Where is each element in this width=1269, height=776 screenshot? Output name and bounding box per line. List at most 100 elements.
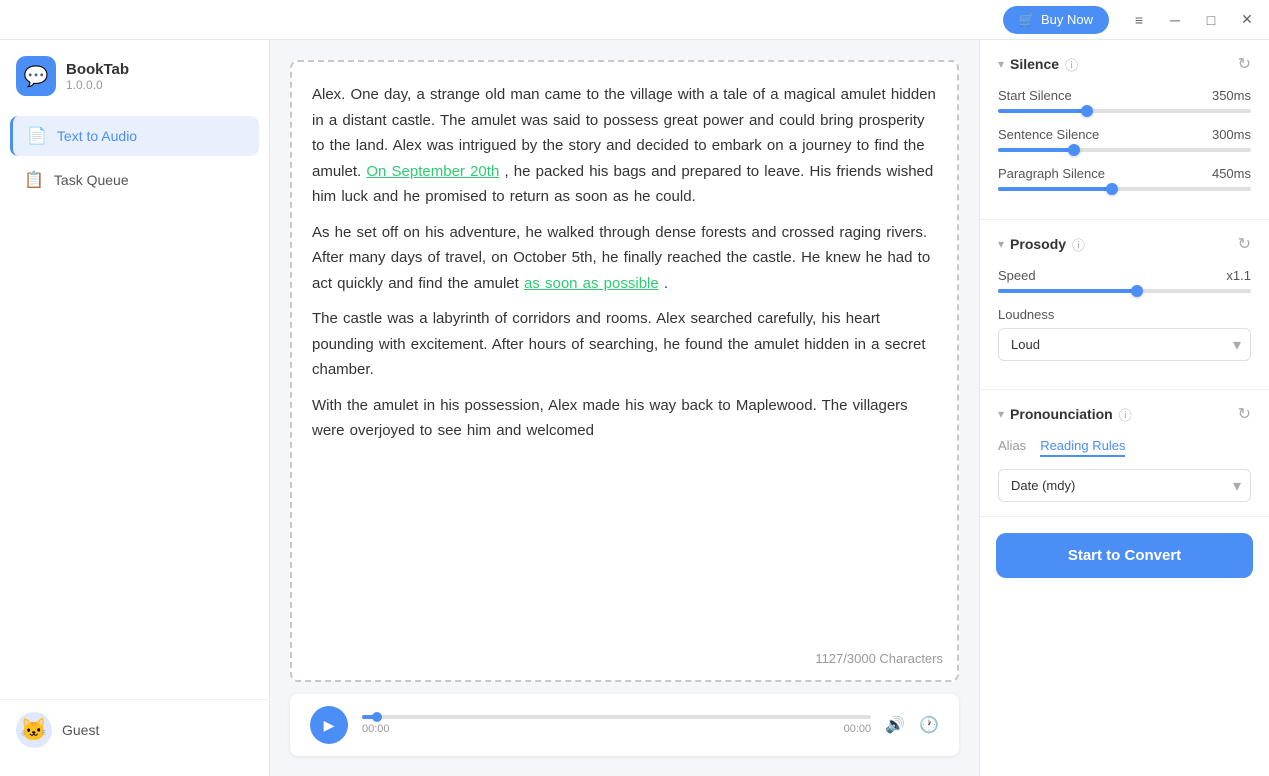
pronunciation-section-header[interactable]: ▾ Pronounciation ⓘ ↻ xyxy=(998,404,1251,424)
sentence-silence-value: 300ms xyxy=(1212,127,1251,142)
progress-area: 00:00 00:00 xyxy=(362,715,871,735)
prosody-title-row: ▾ Prosody ⓘ xyxy=(998,235,1085,254)
loudness-row: Loudness Soft Medium Loud Extra Loud xyxy=(998,307,1251,361)
buy-now-label: Buy Now xyxy=(1041,12,1093,27)
text-editor[interactable]: Alex. One day, a strange old man came to… xyxy=(290,60,959,682)
prosody-chevron-icon: ▾ xyxy=(998,237,1004,251)
silence-info-icon: ⓘ xyxy=(1065,55,1078,74)
paragraph-1: Alex. One day, a strange old man came to… xyxy=(312,82,937,210)
paragraph-4: With the amulet in his possession, Alex … xyxy=(312,393,937,444)
menu-button[interactable]: ≡ xyxy=(1129,10,1149,30)
start-silence-value: 350ms xyxy=(1212,88,1251,103)
silence-section: ▾ Silence ⓘ ↻ Start Silence 350ms Senten… xyxy=(980,40,1269,220)
current-time: 00:00 xyxy=(362,723,390,735)
sidebar-item-text-to-audio[interactable]: 📄 Text to Audio xyxy=(10,116,259,156)
speed-value: x1.1 xyxy=(1226,268,1251,283)
pronunciation-tabs: Alias Reading Rules xyxy=(998,438,1251,457)
sidebar-item-task-queue[interactable]: 📋 Task Queue xyxy=(10,160,259,200)
prosody-section: ▾ Prosody ⓘ ↻ Speed x1.1 Loudness xyxy=(980,220,1269,390)
user-name: Guest xyxy=(62,722,99,738)
paragraph-silence-fill xyxy=(998,187,1112,191)
brand-name: BookTab xyxy=(66,61,129,78)
start-silence-row: Start Silence 350ms xyxy=(998,88,1251,113)
speed-label: Speed xyxy=(998,268,1036,283)
total-time: 00:00 xyxy=(844,723,872,735)
speed-track xyxy=(998,289,1251,293)
history-button[interactable]: 🕐 xyxy=(919,715,939,735)
main-content: Alex. One day, a strange old man came to… xyxy=(270,40,979,776)
minimize-button[interactable]: ─ xyxy=(1165,10,1185,30)
start-silence-fill xyxy=(998,109,1087,113)
link-asap[interactable]: as soon as possible xyxy=(524,275,659,292)
paragraph-silence-row: Paragraph Silence 450ms xyxy=(998,166,1251,191)
brand-info: BookTab 1.0.0.0 xyxy=(66,61,129,92)
progress-fill xyxy=(362,715,377,719)
buy-now-button[interactable]: 🛒 Buy Now xyxy=(1003,6,1109,34)
avatar-icon: 🐱 xyxy=(20,717,47,743)
sentence-silence-row: Sentence Silence 300ms xyxy=(998,127,1251,152)
sentence-silence-label: Sentence Silence xyxy=(998,127,1099,142)
pronunciation-title: Pronounciation xyxy=(1010,406,1113,422)
tab-alias[interactable]: Alias xyxy=(998,438,1026,457)
task-queue-icon: 📋 xyxy=(24,170,44,190)
paragraph-silence-value: 450ms xyxy=(1212,166,1251,181)
paragraph-silence-track xyxy=(998,187,1251,191)
prosody-section-header[interactable]: ▾ Prosody ⓘ ↻ xyxy=(998,234,1251,254)
pronunciation-section: ▾ Pronounciation ⓘ ↻ Alias Reading Rules… xyxy=(980,390,1269,517)
char-count: 1127/3000 Characters xyxy=(815,648,943,670)
link-september[interactable]: On September 20th xyxy=(366,163,499,180)
sidebar-item-label: Text to Audio xyxy=(57,128,137,144)
prosody-reset-icon[interactable]: ↻ xyxy=(1238,234,1251,254)
cart-icon: 🛒 xyxy=(1019,12,1035,28)
volume-button[interactable]: 🔊 xyxy=(885,715,905,735)
editor-text: Alex. One day, a strange old man came to… xyxy=(312,82,937,444)
brand-icon: 💬 xyxy=(16,56,56,96)
title-bar: 🛒 Buy Now ≡ ─ □ ✕ xyxy=(0,0,1269,40)
paragraph-2: As he set off on his adventure, he walke… xyxy=(312,220,937,297)
right-panel: ▾ Silence ⓘ ↻ Start Silence 350ms Senten… xyxy=(979,40,1269,776)
maximize-button[interactable]: □ xyxy=(1201,10,1221,30)
app-body: 💬 BookTab 1.0.0.0 📄 Text to Audio 📋 Task… xyxy=(0,40,1269,776)
window-controls: ≡ ─ □ ✕ xyxy=(1129,10,1257,30)
progress-track[interactable] xyxy=(362,715,871,719)
loudness-label: Loudness xyxy=(998,307,1054,322)
silence-chevron-icon: ▾ xyxy=(998,57,1004,71)
prosody-info-icon: ⓘ xyxy=(1072,235,1085,254)
pronunciation-chevron-icon: ▾ xyxy=(998,407,1004,421)
avatar: 🐱 xyxy=(16,712,52,748)
start-silence-track xyxy=(998,109,1251,113)
loudness-select-wrapper: Soft Medium Loud Extra Loud xyxy=(998,328,1251,361)
paragraph-3: The castle was a labyrinth of corridors … xyxy=(312,306,937,383)
sentence-silence-fill xyxy=(998,148,1074,152)
paragraph-2-end: . xyxy=(664,275,668,292)
audio-controls: 🔊 🕐 xyxy=(885,715,939,735)
sentence-silence-track xyxy=(998,148,1251,152)
start-silence-label: Start Silence xyxy=(998,88,1072,103)
convert-button[interactable]: Start to Convert xyxy=(996,533,1253,578)
time-row: 00:00 00:00 xyxy=(362,723,871,735)
text-to-audio-icon: 📄 xyxy=(27,126,47,146)
silence-reset-icon[interactable]: ↻ xyxy=(1238,54,1251,74)
pronunciation-info-icon: ⓘ xyxy=(1119,405,1132,424)
paragraph-silence-label: Paragraph Silence xyxy=(998,166,1105,181)
audio-player: ▶ 00:00 00:00 🔊 🕐 xyxy=(290,694,959,756)
sidebar-user: 🐱 Guest xyxy=(0,699,269,760)
date-select[interactable]: Date (mdy) Date (dmy) Date (ymd) xyxy=(998,469,1251,502)
sidebar-brand: 💬 BookTab 1.0.0.0 xyxy=(0,56,269,116)
brand-version: 1.0.0.0 xyxy=(66,78,129,92)
sidebar: 💬 BookTab 1.0.0.0 📄 Text to Audio 📋 Task… xyxy=(0,40,270,776)
silence-title: Silence xyxy=(1010,56,1059,72)
play-button[interactable]: ▶ xyxy=(310,706,348,744)
paragraph-4-text: With the amulet in his possession, Alex … xyxy=(312,397,908,440)
paragraph-3-text: The castle was a labyrinth of corridors … xyxy=(312,310,926,378)
silence-section-header[interactable]: ▾ Silence ⓘ ↻ xyxy=(998,54,1251,74)
pronunciation-title-row: ▾ Pronounciation ⓘ xyxy=(998,405,1132,424)
pronunciation-reset-icon[interactable]: ↻ xyxy=(1238,404,1251,424)
close-button[interactable]: ✕ xyxy=(1237,10,1257,30)
sidebar-nav: 📄 Text to Audio 📋 Task Queue xyxy=(0,116,269,699)
silence-title-row: ▾ Silence ⓘ xyxy=(998,55,1078,74)
loudness-select[interactable]: Soft Medium Loud Extra Loud xyxy=(998,328,1251,361)
speed-row: Speed x1.1 xyxy=(998,268,1251,293)
tab-reading-rules[interactable]: Reading Rules xyxy=(1040,438,1125,457)
sidebar-item-label: Task Queue xyxy=(54,172,129,188)
